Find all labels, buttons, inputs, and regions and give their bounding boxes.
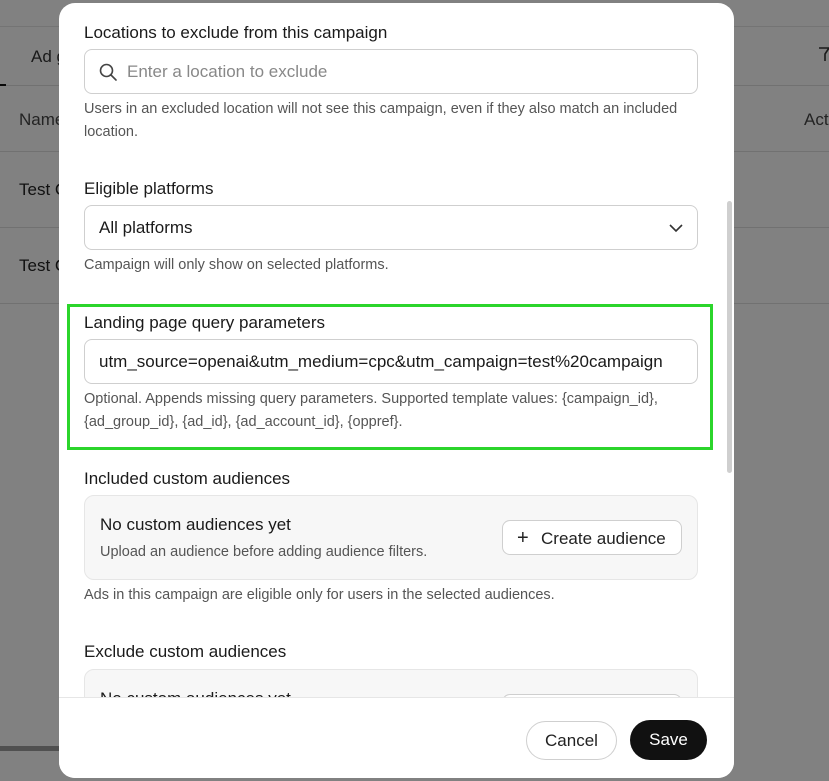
plus-icon: + — [517, 527, 529, 549]
included-audiences-empty-state: No custom audiences yet Upload an audien… — [84, 495, 698, 580]
platforms-help: Campaign will only show on selected plat… — [84, 257, 389, 273]
modal-scrollbar[interactable] — [727, 201, 732, 473]
search-icon — [99, 63, 117, 81]
query-params-help: Optional. Appends missing query paramete… — [84, 391, 658, 430]
exclude-audiences-label: Exclude custom audiences — [84, 642, 287, 661]
chevron-down-icon — [669, 224, 683, 233]
exclude-locations-help: Users in an excluded location will not s… — [84, 101, 678, 140]
exclude-location-input[interactable]: Enter a location to exclude — [84, 49, 698, 94]
platforms-selected-value: All platforms — [99, 218, 193, 237]
campaign-settings-modal: Locations to exclude from this campaign … — [59, 3, 734, 778]
empty-state-subtitle: Upload an audience before adding audienc… — [100, 544, 428, 560]
empty-state-title: No custom audiences yet — [100, 515, 291, 534]
excluded-audiences-empty-state: No custom audiences yet — [84, 669, 698, 697]
create-audience-label: Create audience — [541, 529, 666, 548]
save-button[interactable]: Save — [630, 720, 707, 760]
query-params-input[interactable]: utm_source=openai&utm_medium=cpc&utm_cam… — [84, 339, 698, 384]
create-audience-button[interactable]: + Create audience — [502, 520, 682, 555]
query-params-value: utm_source=openai&utm_medium=cpc&utm_cam… — [99, 352, 663, 371]
exclude-locations-label: Locations to exclude from this campaign — [84, 23, 388, 42]
cancel-button[interactable]: Cancel — [526, 721, 617, 760]
exclude-location-placeholder: Enter a location to exclude — [127, 62, 328, 81]
modal-footer: Cancel Save — [59, 697, 734, 778]
empty-state-title: No custom audiences yet — [100, 689, 291, 697]
modal-body: Locations to exclude from this campaign … — [59, 3, 734, 697]
query-params-label: Landing page query parameters — [84, 313, 325, 332]
included-audiences-help: Ads in this campaign are eligible only f… — [84, 587, 555, 603]
included-audiences-label: Included custom audiences — [84, 469, 291, 488]
platforms-label: Eligible platforms — [84, 179, 214, 198]
platforms-select[interactable]: All platforms — [84, 205, 698, 250]
